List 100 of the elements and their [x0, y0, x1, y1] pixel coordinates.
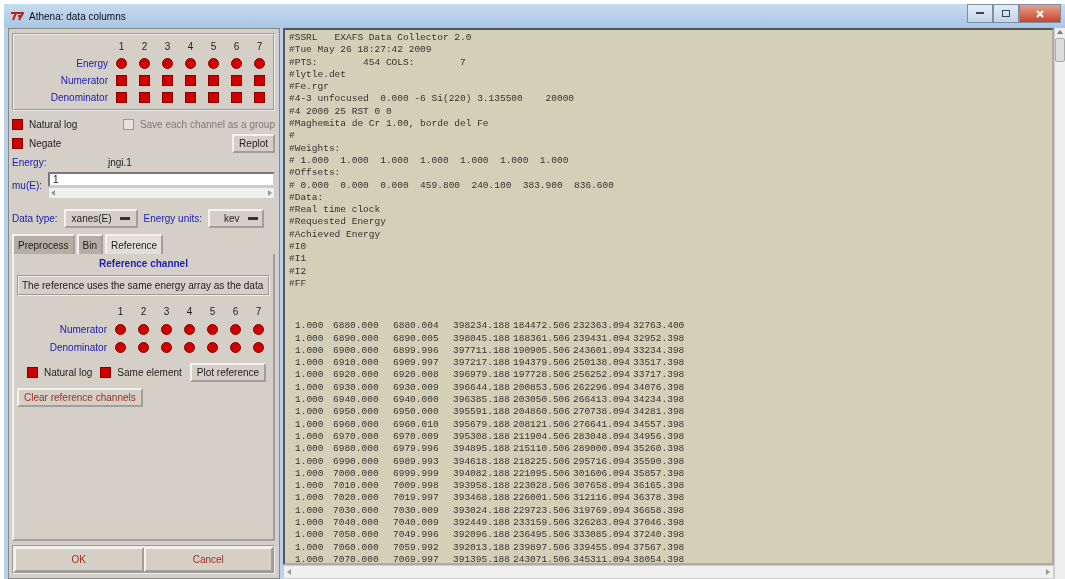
replot-button[interactable]: Replot [232, 134, 275, 153]
energy-units-menu[interactable]: kev [208, 209, 264, 228]
checkbox[interactable] [231, 92, 242, 103]
mu-field[interactable]: 1 [48, 172, 275, 187]
row-label: Denominator [50, 92, 108, 103]
horizontal-scrollbar[interactable] [283, 565, 1054, 579]
checkbox[interactable] [12, 138, 23, 149]
data-value: 398234.188 [453, 320, 511, 333]
data-value: 7050.000 [333, 529, 380, 542]
data-value: 6940.000 [333, 394, 380, 407]
checkbox[interactable] [208, 75, 219, 86]
data-value: 37567.398 [633, 541, 686, 554]
radio-button[interactable] [139, 58, 150, 69]
tab[interactable]: Bin [76, 234, 104, 254]
data-value: 34076.398 [633, 381, 686, 394]
clear-reference-button[interactable]: Clear reference channels [17, 388, 143, 407]
data-value: 391395.188 [453, 553, 511, 563]
radio-button[interactable] [207, 342, 218, 353]
data-value: 1.000 [295, 406, 325, 419]
checkbox[interactable] [116, 75, 127, 86]
maximize-button[interactable] [993, 4, 1019, 23]
checkbox[interactable] [231, 75, 242, 86]
checkbox[interactable] [185, 75, 196, 86]
checkbox[interactable] [254, 92, 265, 103]
radio-button[interactable] [161, 342, 172, 353]
data-value: 218225.506 [513, 455, 571, 468]
radio-button[interactable] [184, 342, 195, 353]
data-value: 6970.009 [393, 430, 440, 444]
radio-button[interactable] [253, 324, 264, 335]
checkbox[interactable] [116, 92, 127, 103]
dialog-button[interactable]: OK [14, 547, 144, 572]
data-value: 1.000 [295, 344, 325, 358]
energy-label: Energy: [12, 157, 48, 168]
radio-button[interactable] [254, 58, 265, 69]
horizontal-scrollbar[interactable] [48, 187, 275, 199]
data-value: 200853.506 [513, 381, 571, 394]
data-value: 396385.188 [453, 394, 511, 407]
data-value: 276641.094 [573, 418, 631, 431]
scroll-right-icon[interactable] [268, 190, 272, 196]
tab[interactable]: Preprocess [12, 234, 75, 254]
checkbox[interactable] [162, 92, 173, 103]
radio-button[interactable] [116, 58, 127, 69]
checkbox[interactable] [139, 75, 150, 86]
radio-button[interactable] [253, 342, 264, 353]
radio-button[interactable] [138, 342, 149, 353]
data-value: 6930.000 [333, 381, 380, 394]
checkbox[interactable] [139, 92, 150, 103]
plot-reference-button[interactable]: Plot reference [189, 363, 267, 382]
text-line: #Offsets: [289, 167, 342, 180]
data-value: 6990.000 [333, 455, 380, 468]
close-button[interactable] [1019, 4, 1061, 23]
radio-button[interactable] [207, 324, 218, 335]
checkbox[interactable] [254, 75, 265, 86]
data-value: 6970.000 [333, 430, 380, 444]
data-value: 6979.996 [393, 443, 440, 456]
data-value: 6950.000 [333, 406, 380, 419]
checkbox[interactable] [27, 367, 38, 378]
data-value: 33717.398 [633, 369, 686, 382]
radio-button[interactable] [230, 342, 241, 353]
data-value: 7040.009 [393, 517, 440, 530]
scroll-left-icon[interactable] [287, 569, 291, 575]
data-value: 243601.094 [573, 344, 631, 358]
data-value: 6930.009 [393, 381, 440, 394]
radio-button[interactable] [231, 58, 242, 69]
data-value: 393468.188 [453, 492, 511, 505]
checkbox[interactable] [12, 119, 23, 130]
data-type-menu[interactable]: xanes(E) [63, 209, 138, 228]
checkbox[interactable] [162, 75, 173, 86]
radio-button[interactable] [115, 342, 126, 353]
checkbox[interactable] [208, 92, 219, 103]
radio-button[interactable] [184, 324, 195, 335]
data-value: 6940.000 [393, 394, 440, 407]
minimize-button[interactable] [967, 4, 993, 23]
vertical-scrollbar[interactable] [1054, 28, 1065, 579]
data-value: 32763.400 [633, 320, 686, 333]
text-line: #4-3 unfocused 0.000 -6 Si(220) 3.135500 20000 [289, 93, 576, 106]
data-value: 33234.398 [633, 344, 686, 358]
scroll-up-icon[interactable] [1057, 30, 1063, 34]
data-value: 221095.506 [513, 467, 571, 481]
data-value: 188361.506 [513, 332, 571, 345]
radio-button[interactable] [161, 324, 172, 335]
checkbox[interactable] [185, 92, 196, 103]
radio-button[interactable] [208, 58, 219, 69]
radio-button[interactable] [115, 324, 126, 335]
data-value: 32952.398 [633, 332, 686, 345]
scroll-left-icon[interactable] [51, 190, 55, 196]
dialog-button[interactable]: Cancel [143, 547, 273, 572]
data-value: 194379.506 [513, 357, 571, 370]
scrollbar-thumb[interactable] [1055, 38, 1065, 62]
radio-button[interactable] [162, 58, 173, 69]
column-number: 2 [140, 306, 147, 317]
checkbox[interactable] [100, 367, 112, 378]
column-number: 4 [187, 41, 194, 52]
data-value: 395308.188 [453, 430, 511, 444]
radio-button[interactable] [185, 58, 196, 69]
option-label: Natural log [44, 367, 93, 378]
radio-button[interactable] [230, 324, 241, 335]
tab[interactable]: Reference [105, 234, 164, 254]
scroll-right-icon[interactable] [1046, 569, 1050, 575]
radio-button[interactable] [138, 324, 149, 335]
